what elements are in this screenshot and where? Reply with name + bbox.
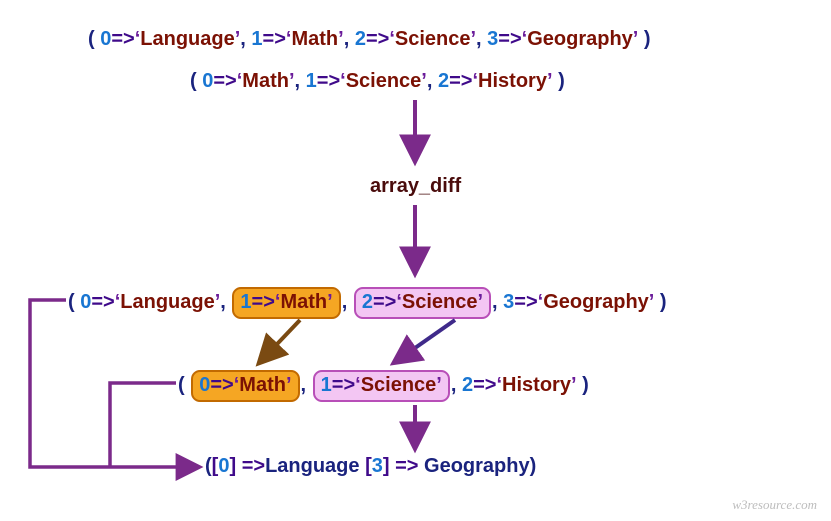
paren-close: )	[582, 374, 589, 396]
comma: ,	[342, 291, 348, 313]
side-connector-branch-icon	[110, 383, 176, 467]
array1-key-3: 3	[487, 28, 498, 50]
mid1-key-3: 3	[503, 291, 514, 313]
mid1-key-2: 2	[362, 291, 373, 313]
array2-val-1: Science	[346, 70, 422, 92]
quote: ’	[327, 291, 333, 313]
comma: ,	[220, 291, 226, 313]
fat-arrow: =>	[210, 374, 233, 396]
quote: ’	[571, 374, 577, 396]
comma: ,	[295, 70, 301, 92]
fat-arrow: =>	[332, 374, 355, 396]
mid2-val-2: History	[502, 374, 571, 396]
highlight-orange-pill: 1=>‘Math’	[232, 287, 340, 319]
result-key-1: 3	[372, 455, 383, 477]
array1-val-0: Language	[140, 28, 234, 50]
mid1-val-1: Math	[280, 291, 327, 313]
comma: ,	[427, 70, 433, 92]
mid1-val-0: Language	[120, 291, 214, 313]
array1-row: ( 0=>‘Language’, 1=>‘Math’, 2=>‘Science’…	[88, 28, 651, 51]
quote: ’	[649, 291, 655, 313]
fat-arrow: =>	[395, 455, 424, 477]
function-label: array_diff	[370, 175, 461, 198]
array1-key-0: 0	[100, 28, 111, 50]
result-val-0: Language	[265, 455, 359, 477]
quote: ’	[633, 28, 639, 50]
fat-arrow: =>	[91, 291, 114, 313]
array2-val-2: History	[478, 70, 547, 92]
mid2-key-0: 0	[199, 374, 210, 396]
highlight-pink-pill: 1=>‘Science’	[313, 370, 450, 402]
mid2-val-1: Science	[361, 374, 437, 396]
array2-key-0: 0	[202, 70, 213, 92]
array2-row: ( 0=>‘Math’, 1=>‘Science’, 2=>‘History’ …	[190, 70, 565, 93]
array2-key-2: 2	[438, 70, 449, 92]
fat-arrow: =>	[449, 70, 472, 92]
fat-arrow: =>	[213, 70, 236, 92]
quote: ’	[436, 374, 442, 396]
mid1-key-0: 0	[80, 291, 91, 313]
fat-arrow: =>	[514, 291, 537, 313]
array1-key-1: 1	[251, 28, 262, 50]
comma: ,	[451, 374, 457, 396]
highlight-pink-pill: 2=>‘Science’	[354, 287, 491, 319]
fat-arrow: =>	[473, 374, 496, 396]
bracket: [	[365, 455, 372, 477]
fat-arrow: =>	[111, 28, 134, 50]
mid2-key-2: 2	[462, 374, 473, 396]
fat-arrow: =>	[366, 28, 389, 50]
result-val-1: Geography	[424, 455, 530, 477]
quote: ’	[286, 374, 292, 396]
watermark-text: w3resource.com	[732, 497, 817, 513]
result-key-0: 0	[218, 455, 229, 477]
fat-arrow: =>	[263, 28, 286, 50]
array1-key-2: 2	[355, 28, 366, 50]
paren-close: )	[644, 28, 651, 50]
array2-val-0: Math	[242, 70, 289, 92]
bracket: ]	[383, 455, 390, 477]
paren-open: (	[68, 291, 75, 313]
mid1-val-2: Science	[402, 291, 478, 313]
paren-open: (	[88, 28, 95, 50]
array2-key-1: 1	[306, 70, 317, 92]
mid1-key-1: 1	[240, 291, 251, 313]
match-arrow-orange-icon	[260, 320, 300, 362]
mid1-val-3: Geography	[543, 291, 649, 313]
fat-arrow: =>	[498, 28, 521, 50]
quote: ’	[477, 291, 483, 313]
highlight-orange-pill: 0=>‘Math’	[191, 370, 299, 402]
paren-close: )	[530, 455, 537, 477]
paren-close: )	[660, 291, 667, 313]
middle-array1-row: ( 0=>‘Language’, 1=>‘Math’ , 2=>‘Science…	[68, 287, 667, 319]
array1-val-1: Math	[291, 28, 338, 50]
fat-arrow: =>	[373, 291, 396, 313]
comma: ,	[476, 28, 482, 50]
comma: ,	[301, 374, 307, 396]
array1-val-2: Science	[395, 28, 471, 50]
mid2-val-0: Math	[239, 374, 286, 396]
paren-open: (	[205, 455, 212, 477]
result-row: ([0] =>Language [3] => Geography)	[205, 455, 536, 478]
middle-array2-row: ( 0=>‘Math’ , 1=>‘Science’ , 2=>‘History…	[178, 370, 589, 402]
paren-open: (	[190, 70, 197, 92]
bracket: ]	[229, 455, 236, 477]
array1-val-3: Geography	[527, 28, 633, 50]
match-arrow-pink-icon	[395, 320, 455, 362]
quote: ’	[547, 70, 553, 92]
comma: ,	[344, 28, 350, 50]
paren-close: )	[558, 70, 565, 92]
fat-arrow: =>	[317, 70, 340, 92]
side-connector-arrow-icon	[30, 300, 198, 467]
paren-open: (	[178, 374, 185, 396]
diagram-canvas: ( 0=>‘Language’, 1=>‘Math’, 2=>‘Science’…	[0, 0, 831, 521]
fat-arrow: =>	[252, 291, 275, 313]
comma: ,	[492, 291, 498, 313]
mid2-key-1: 1	[321, 374, 332, 396]
fat-arrow: =>	[242, 455, 265, 477]
comma: ,	[240, 28, 246, 50]
